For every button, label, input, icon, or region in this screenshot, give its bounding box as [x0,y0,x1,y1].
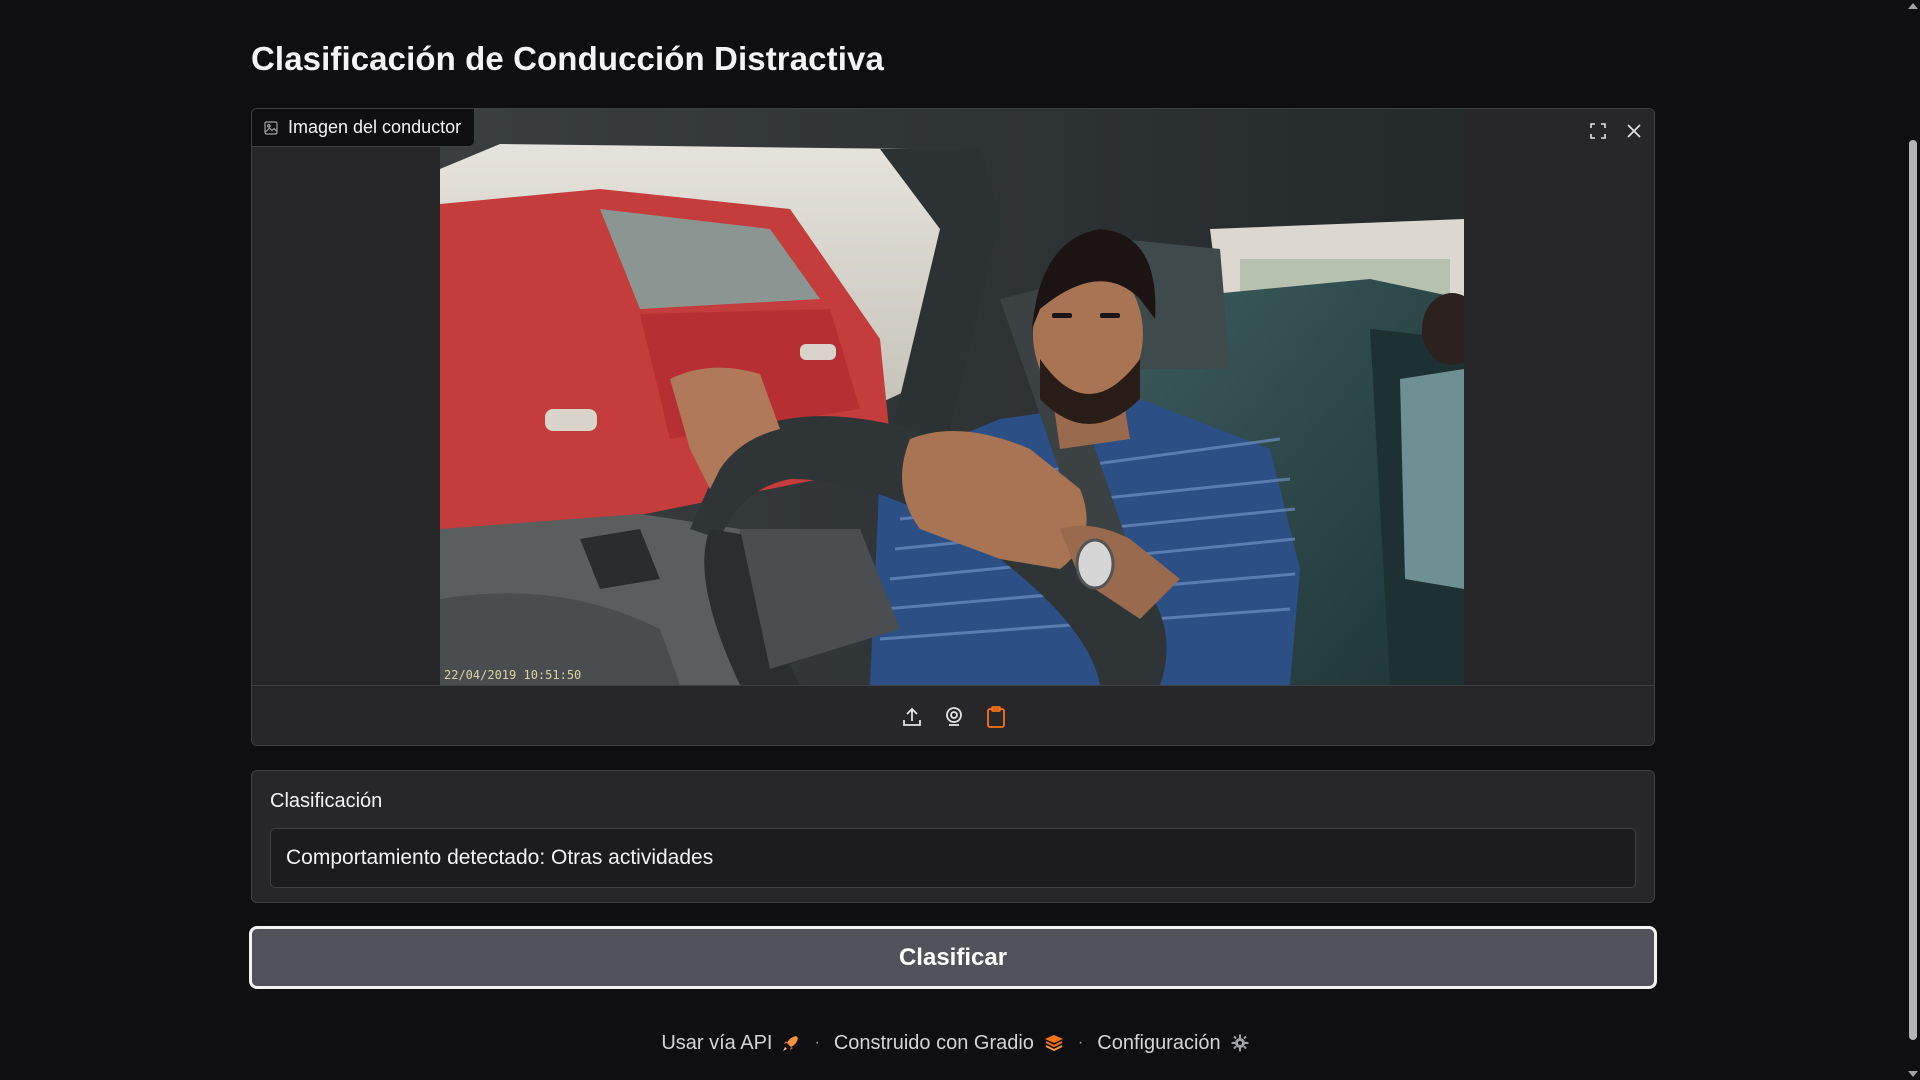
clear-image-button[interactable] [1620,117,1648,145]
image-input-label: Imagen del conductor [252,109,476,147]
classification-output[interactable]: Comportamiento detectado: Otras activida… [270,828,1636,888]
photo-timestamp: 22/04/2019 10:51:50 [444,668,581,682]
webcam-source-button[interactable] [940,703,968,731]
gradio-logo-icon [1044,1035,1063,1052]
app-page: Clasificación de Conducción Distractiva … [0,0,1920,1080]
upload-icon [903,707,921,726]
rocket-icon [783,1036,799,1051]
footer: Usar vía API · Construido con Gradio · C… [0,1028,1910,1058]
classification-panel: Clasificación Comportamiento detectado: … [251,770,1655,903]
scroll-up-arrow[interactable] [1908,3,1918,9]
classification-label: Clasificación [270,790,383,812]
page-scrollbar[interactable] [1906,0,1920,1080]
page-title: Clasificación de Conducción Distractiva [251,40,884,77]
settings-label: Configuración [1097,1031,1221,1054]
scroll-down-arrow[interactable] [1908,1071,1918,1077]
image-icon [264,120,278,135]
image-source-bar [252,685,1654,745]
driver-photo: 22/04/2019 10:51:50 [440,109,1464,685]
footer-separator: · [1077,1034,1084,1051]
settings-link[interactable]: Configuración [1097,1031,1249,1055]
built-with-gradio-link[interactable]: Construido con Gradio [834,1032,1064,1055]
use-api-link[interactable]: Usar vía API [661,1032,800,1055]
scroll-thumb[interactable] [1909,140,1917,1040]
clipboard-icon [987,705,1005,728]
built-with-gradio-label: Construido con Gradio [833,1031,1034,1054]
image-input-label-text: Imagen del conductor [288,117,462,137]
webcam-icon [946,706,962,726]
upload-source-button[interactable] [898,703,926,731]
close-icon [1627,124,1641,138]
classify-button[interactable]: Clasificar [249,926,1657,989]
image-input-panel: Imagen del conductor 22/04/2019 10:51:50 [251,108,1655,746]
image-preview-area[interactable]: 22/04/2019 10:51:50 [252,109,1654,685]
image-toolbar [1578,113,1654,149]
clipboard-source-button[interactable] [982,703,1010,731]
fullscreen-icon [1590,123,1606,139]
gear-icon [1231,1034,1249,1052]
footer-separator: · [814,1034,820,1051]
use-api-label: Usar vía API [661,1031,773,1054]
fullscreen-button[interactable] [1584,117,1612,145]
